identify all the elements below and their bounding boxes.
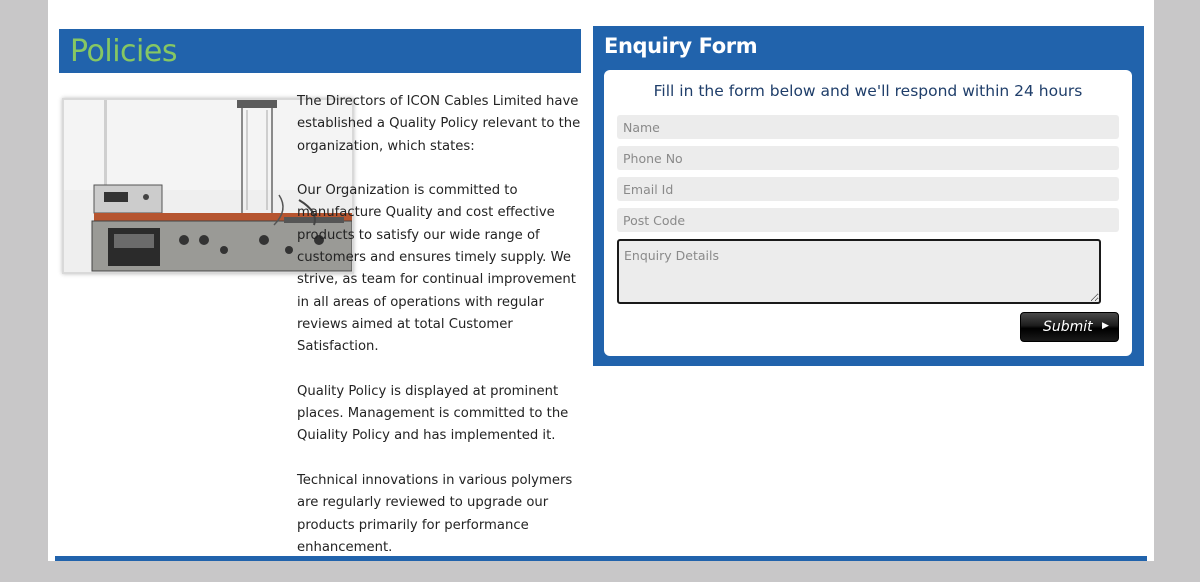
- policy-paragraph: The Directors of ICON Cables Limited hav…: [297, 94, 581, 154]
- enquiry-details-field[interactable]: [617, 239, 1101, 304]
- submit-button[interactable]: Submit ▶: [1020, 312, 1119, 342]
- policy-paragraph: Technical innovations in various polymer…: [297, 473, 573, 555]
- enquiry-form: Fill in the form below and we'll respond…: [604, 70, 1132, 356]
- page-title: Policies: [70, 34, 177, 69]
- policies-header-bar: Policies: [59, 29, 581, 73]
- name-field[interactable]: [617, 115, 1119, 139]
- phone-field[interactable]: [617, 146, 1119, 170]
- post-code-field[interactable]: [617, 208, 1119, 232]
- enquiry-intro-text: Fill in the form below and we'll respond…: [653, 82, 1083, 100]
- play-arrow-icon: ▶: [1102, 321, 1109, 331]
- policy-paragraph: Quality Policy is displayed at prominent…: [297, 383, 569, 444]
- email-field[interactable]: [617, 177, 1119, 201]
- enquiry-panel: Enquiry Form Fill in the form below and …: [593, 26, 1144, 366]
- submit-label: Submit: [1043, 319, 1093, 335]
- page-container: Policies The Directors of ICON Cables Li…: [48, 0, 1154, 561]
- enquiry-form-title: Enquiry Form: [604, 34, 758, 58]
- footer-bar: [55, 556, 1147, 561]
- policy-paragraph: Our Organization is committed to manufac…: [297, 183, 576, 355]
- policy-text: The Directors of ICON Cables Limited hav…: [297, 91, 587, 582]
